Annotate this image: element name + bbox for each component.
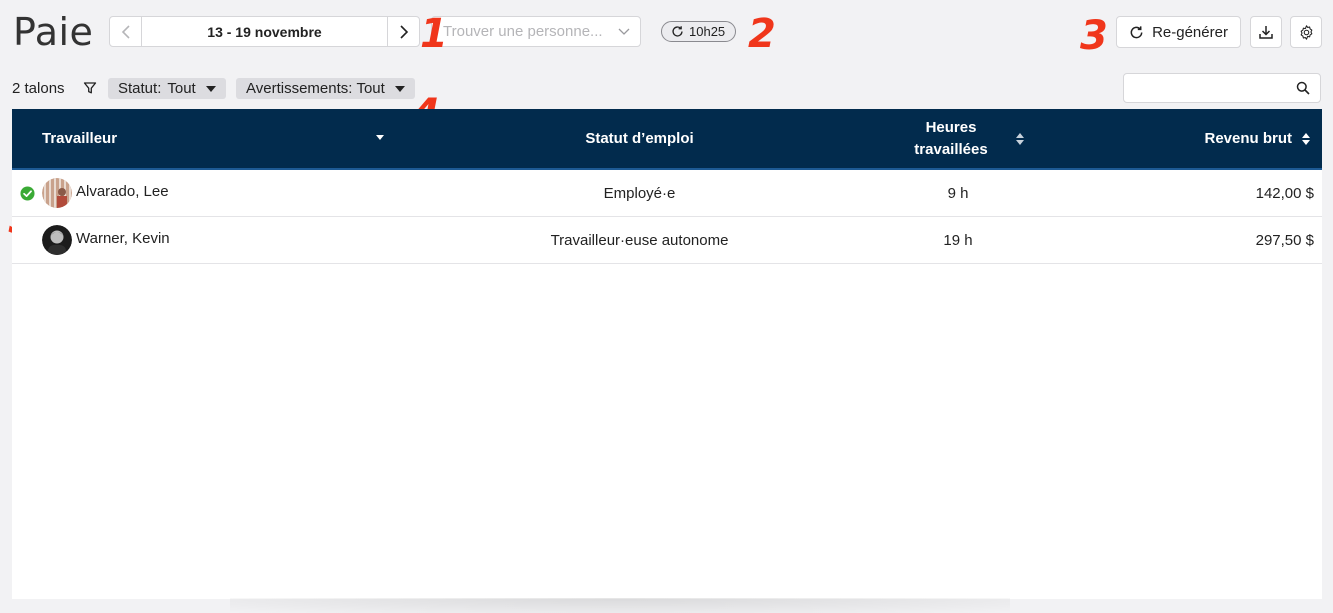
last-sync-time: 10h25	[689, 24, 726, 39]
avatar-photo-dark-icon	[42, 225, 72, 255]
person-search-dropdown[interactable]	[431, 16, 641, 47]
previous-week-button[interactable]	[110, 17, 142, 46]
caret-down-icon	[394, 85, 405, 92]
page-title: Paie	[13, 10, 94, 54]
sort-toggle-icon[interactable]	[1016, 109, 1024, 168]
column-header-hours-worked[interactable]: Heures travaillées	[902, 109, 1000, 168]
pay-stub-count: 2 talons	[12, 80, 65, 97]
annotation-marker-2: 2	[748, 11, 776, 57]
avatar[interactable]	[42, 217, 72, 263]
search-icon	[1296, 81, 1310, 95]
status-filter-value: Tout	[167, 80, 196, 97]
column-header-worker[interactable]: Travailleur	[42, 109, 117, 168]
table-header: Travailleur Statut d’emploi Heures trava…	[12, 109, 1322, 170]
column-header-employment-status[interactable]: Statut d’emploi	[512, 109, 767, 168]
chevron-left-icon	[121, 24, 130, 39]
employment-status-cell: Travailleur·euse autonome	[550, 231, 729, 249]
worker-name[interactable]: Warner, Kevin	[76, 215, 170, 261]
annotation-marker-1: 1	[420, 11, 448, 57]
status-filter-dropdown[interactable]: Statut: Tout	[108, 78, 226, 99]
hours-cell: 19 h	[943, 231, 973, 249]
gear-icon	[1300, 24, 1312, 40]
regenerate-label: Re-générer	[1152, 23, 1228, 41]
check-circle-icon	[20, 170, 35, 216]
sort-desc-icon[interactable]	[376, 135, 384, 140]
gross-revenue-cell: 142,00 $	[1255, 184, 1314, 202]
warnings-filter-value: Tout	[356, 80, 385, 97]
table-row[interactable]: Warner, Kevin Travailleur·euse autonome …	[12, 217, 1322, 264]
date-range-label[interactable]: 13 - 19 novembre	[142, 17, 387, 46]
avatar[interactable]	[42, 170, 72, 216]
column-header-hours-line1: Heures	[925, 118, 977, 136]
worker-name[interactable]: Alvarado, Lee	[76, 168, 169, 214]
funnel-icon	[83, 82, 97, 94]
table-row[interactable]: Alvarado, Lee Employé·e 9 h 142,00 $	[12, 170, 1322, 217]
caret-down-icon	[205, 85, 216, 92]
refresh-icon	[1130, 25, 1143, 38]
chevron-right-icon	[399, 24, 408, 39]
warnings-filter-label: Avertissements:	[246, 80, 353, 97]
person-search-input[interactable]	[443, 23, 613, 40]
avatar-photo-striped-icon	[42, 178, 72, 208]
employment-status-cell: Employé·e	[603, 184, 676, 202]
table-search-box[interactable]	[1123, 73, 1321, 103]
gross-revenue-cell: 297,50 $	[1255, 231, 1314, 249]
filter-icon[interactable]	[83, 81, 97, 100]
date-range-navigator: 13 - 19 novembre	[109, 16, 420, 47]
panel-shadow	[230, 598, 1010, 613]
pay-stubs-table: Travailleur Statut d’emploi Heures trava…	[12, 109, 1322, 599]
settings-button[interactable]	[1290, 16, 1322, 48]
download-button[interactable]	[1250, 16, 1282, 48]
refresh-icon	[672, 26, 683, 37]
next-week-button[interactable]	[387, 17, 419, 46]
annotation-marker-3: 3	[1080, 13, 1108, 59]
column-header-gross-revenue[interactable]: Revenu brut	[1162, 109, 1292, 168]
status-filter-label: Statut:	[118, 80, 162, 97]
last-sync-button[interactable]: 10h25	[661, 21, 737, 42]
sort-toggle-icon[interactable]	[1302, 109, 1310, 168]
column-header-hours-line2: travaillées	[914, 140, 988, 158]
table-search-input[interactable]	[1132, 79, 1296, 99]
warnings-filter-dropdown[interactable]: Avertissements: Tout	[236, 78, 415, 99]
regenerate-button[interactable]: Re-générer	[1116, 16, 1241, 48]
chevron-down-icon	[618, 28, 630, 35]
hours-cell: 9 h	[947, 184, 969, 202]
download-icon	[1259, 26, 1273, 39]
payroll-page: Paie 13 - 19 novembre 10h25	[0, 0, 1333, 613]
